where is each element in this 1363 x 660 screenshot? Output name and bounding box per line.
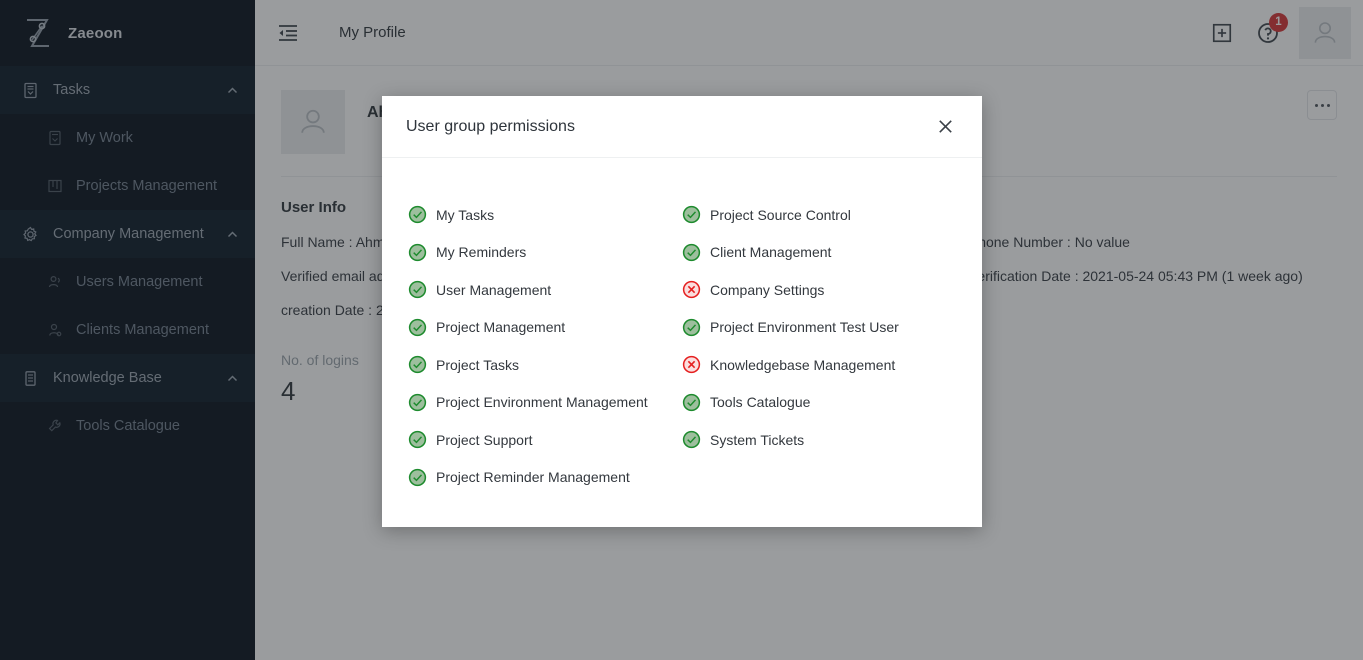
permission-label: Project Environment Test User — [710, 319, 899, 336]
permission-label: Project Support — [436, 431, 533, 448]
permissions-column-right: Project Source Control Client Management C… — [682, 196, 956, 496]
check-circle-icon — [682, 318, 701, 337]
permission-row[interactable]: Project Management — [408, 309, 682, 347]
user-group-permissions-modal: User group permissions My Tasks My Remind… — [382, 96, 982, 527]
permission-label: Project Environment Management — [436, 394, 648, 411]
permission-row[interactable]: Client Management — [682, 234, 956, 272]
permission-label: User Management — [436, 281, 552, 298]
permission-label: My Reminders — [436, 244, 527, 261]
permission-label: Project Reminder Management — [436, 469, 630, 486]
permission-row[interactable]: Project Environment Test User — [682, 309, 956, 347]
check-circle-icon — [408, 430, 427, 449]
permission-row[interactable]: User Management — [408, 271, 682, 309]
permission-row[interactable]: System Tickets — [682, 421, 956, 459]
permission-row[interactable]: Project Reminder Management — [408, 459, 682, 497]
permission-row[interactable]: Tools Catalogue — [682, 384, 956, 422]
permission-row[interactable]: Knowledgebase Management — [682, 346, 956, 384]
permission-row[interactable]: My Tasks — [408, 196, 682, 234]
check-circle-icon — [682, 243, 701, 262]
permission-label: Project Tasks — [436, 356, 519, 373]
permission-label: System Tickets — [710, 431, 805, 448]
x-circle-icon — [682, 280, 701, 299]
check-circle-icon — [408, 205, 427, 224]
permissions-column-left: My Tasks My Reminders User Management Proje… — [408, 196, 682, 496]
close-icon[interactable] — [932, 114, 958, 140]
permission-row[interactable]: My Reminders — [408, 234, 682, 272]
permission-label: Tools Catalogue — [710, 394, 811, 411]
permission-label: Knowledgebase Management — [710, 356, 896, 373]
permission-row[interactable]: Project Tasks — [408, 346, 682, 384]
permission-row[interactable]: Project Support — [408, 421, 682, 459]
permission-label: Project Management — [436, 319, 566, 336]
permission-label: Client Management — [710, 244, 832, 261]
permission-label: My Tasks — [436, 206, 495, 223]
permission-label: Project Source Control — [710, 206, 851, 223]
check-circle-icon — [682, 393, 701, 412]
modal-body: My Tasks My Reminders User Management Proje… — [382, 158, 982, 496]
app-root: Zaeoon Tasks My Work Projects Management… — [0, 0, 1363, 660]
permission-row[interactable]: Project Environment Management — [408, 384, 682, 422]
check-circle-icon — [682, 430, 701, 449]
modal-title: User group permissions — [406, 117, 575, 135]
check-circle-icon — [408, 355, 427, 374]
modal-header: User group permissions — [382, 96, 982, 158]
permission-row[interactable]: Company Settings — [682, 271, 956, 309]
x-circle-icon — [682, 355, 701, 374]
check-circle-icon — [408, 393, 427, 412]
check-circle-icon — [408, 468, 427, 487]
permission-label: Company Settings — [710, 281, 825, 298]
check-circle-icon — [408, 318, 427, 337]
check-circle-icon — [408, 280, 427, 299]
check-circle-icon — [408, 243, 427, 262]
permission-row[interactable]: Project Source Control — [682, 196, 956, 234]
check-circle-icon — [682, 205, 701, 224]
